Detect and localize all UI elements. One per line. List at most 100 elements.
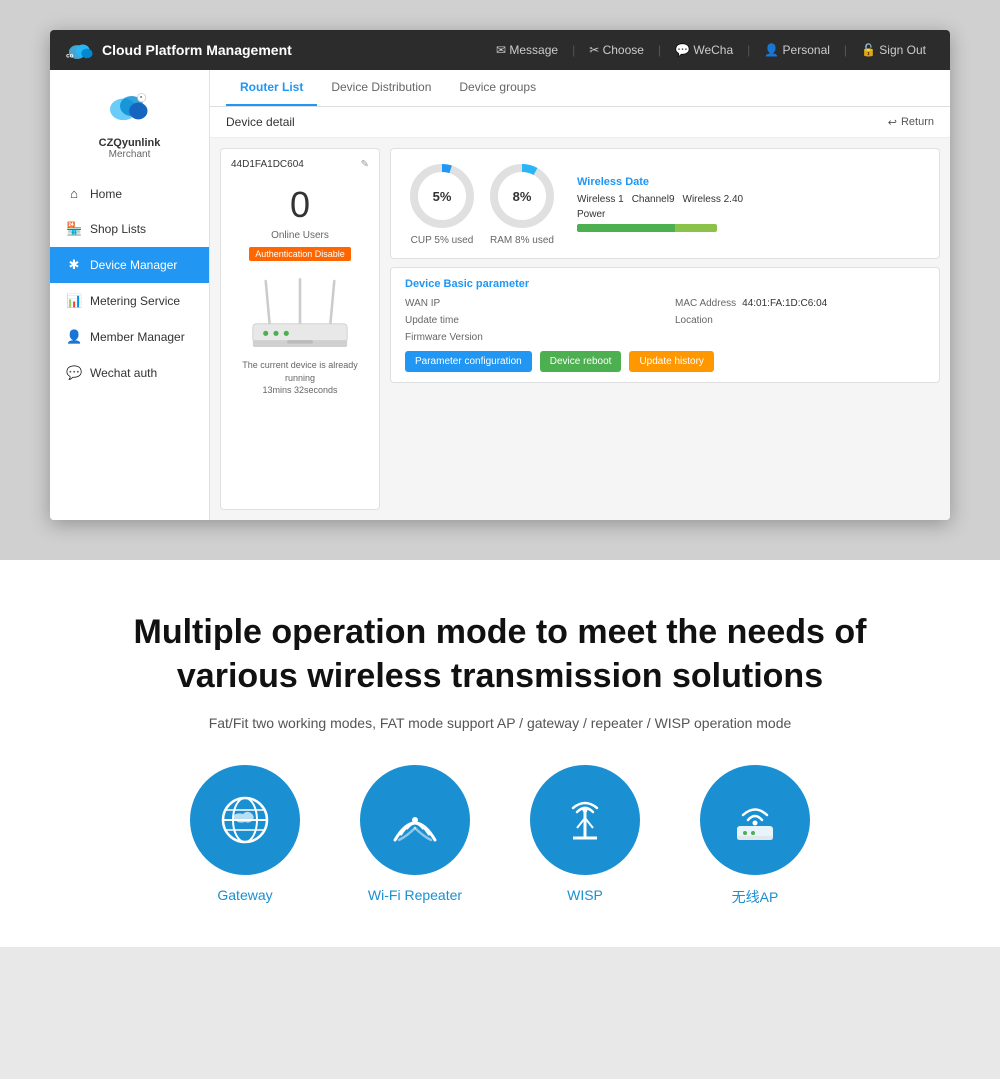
router-uptime: The current device is already running13m…	[231, 359, 369, 397]
shop-icon: 🏪	[66, 221, 82, 237]
member-icon: 👤	[66, 329, 82, 345]
personal-link[interactable]: 👤 Personal	[756, 43, 838, 57]
online-users-count: 0	[290, 184, 310, 226]
home-icon: ⌂	[66, 186, 82, 201]
wireless-power-row: Power	[577, 209, 923, 220]
wireless-channel: Channel9	[632, 194, 675, 205]
wireless-info: Wireless Date Wireless 1 Channel9 Wirele…	[567, 176, 923, 232]
sidebar-role: Merchant	[109, 149, 151, 160]
message-link[interactable]: ✉ Message	[488, 43, 566, 57]
top-nav-bar: co Cloud Platform Management ✉ Message |…	[50, 30, 950, 70]
update-history-button[interactable]: Update history	[629, 351, 713, 372]
headline: Multiple operation mode to meet the need…	[80, 610, 920, 735]
router-card-header: 44D1FA1DC604 ✎	[231, 159, 369, 170]
stats-panel: 5% CUP 5% used 8%	[390, 148, 940, 510]
device-icon: ✱	[66, 257, 82, 273]
headline-title: Multiple operation mode to meet the need…	[80, 610, 920, 698]
sidebar-label-metering: Metering Service	[90, 294, 180, 308]
main-area: ° CZQyunlink Merchant ⌂ Home 🏪 Shop List…	[50, 70, 950, 520]
return-button[interactable]: ↩ Return	[888, 116, 934, 129]
update-time-row: Update time	[405, 315, 655, 326]
edit-icon[interactable]: ✎	[361, 159, 369, 170]
device-reboot-button[interactable]: Device reboot	[540, 351, 622, 372]
metering-icon: 📊	[66, 293, 82, 309]
tab-bar: Router List Device Distribution Device g…	[210, 70, 950, 107]
wechat-icon: 💬	[66, 365, 82, 381]
wireless-title: Wireless Date	[577, 176, 923, 188]
gateway-circle	[190, 765, 300, 875]
router-illustration	[240, 271, 360, 351]
device-header: Device detail ↩ Return	[210, 107, 950, 138]
choose-link[interactable]: ✂ Choose	[581, 43, 652, 57]
sidebar-label-member: Member Manager	[90, 330, 185, 344]
device-params: Device Basic parameter WAN IP MAC Addres…	[390, 267, 940, 383]
cpu-label: CUP 5% used	[411, 235, 474, 246]
wifi-repeater-label: Wi-Fi Repeater	[368, 887, 462, 903]
svg-text:co: co	[66, 53, 73, 59]
sidebar-item-shoplists[interactable]: 🏪 Shop Lists	[50, 211, 209, 247]
sidebar-item-devicemanager[interactable]: ✱ Device Manager	[50, 247, 209, 283]
wireless-ap-circle	[700, 765, 810, 875]
sidebar-label-shoplists: Shop Lists	[90, 222, 146, 236]
sidebar-username: CZQyunlink	[99, 137, 161, 149]
location-key: Location	[675, 315, 713, 326]
wisp-label: WISP	[567, 887, 603, 903]
sidebar-label-wechat: Wechat auth	[90, 366, 157, 380]
tab-device-groups[interactable]: Device groups	[445, 70, 550, 106]
mode-icons-row: Gateway Wi-Fi Repeater	[80, 765, 920, 907]
browser-window: co Cloud Platform Management ✉ Message |…	[50, 30, 950, 520]
wireless-band: Wireless 2.40	[683, 194, 744, 205]
bottom-section: Multiple operation mode to meet the need…	[0, 560, 1000, 947]
wan-ip-row: WAN IP	[405, 298, 655, 309]
device-detail-title: Device detail	[226, 115, 295, 129]
sidebar: ° CZQyunlink Merchant ⌂ Home 🏪 Shop List…	[50, 70, 210, 520]
wifi-repeater-circle	[360, 765, 470, 875]
sidebar-item-home[interactable]: ⌂ Home	[50, 176, 209, 211]
signout-link[interactable]: 🔓 Sign Out	[853, 43, 934, 57]
auth-badge: Authentication Disable	[249, 247, 351, 261]
ram-donut-chart: 8%	[487, 161, 557, 231]
power-label: Power	[577, 209, 605, 220]
action-buttons: Parameter configuration Device reboot Up…	[405, 351, 925, 372]
sidebar-logo: °	[105, 86, 155, 131]
gateway-icon	[215, 790, 275, 850]
online-users-label: Online Users	[271, 230, 329, 241]
tab-device-distribution[interactable]: Device Distribution	[317, 70, 445, 106]
wecha-link[interactable]: 💬 WeCha	[667, 43, 741, 57]
sidebar-item-metering[interactable]: 📊 Metering Service	[50, 283, 209, 319]
cpu-gauge: 5% CUP 5% used	[407, 161, 477, 246]
param-config-button[interactable]: Parameter configuration	[405, 351, 532, 372]
sidebar-menu: ⌂ Home 🏪 Shop Lists ✱ Device Manager 📊 M…	[50, 176, 209, 391]
icon-gateway: Gateway	[190, 765, 300, 907]
wisp-icon	[555, 790, 615, 850]
power-bar	[577, 224, 717, 232]
sidebar-item-member[interactable]: 👤 Member Manager	[50, 319, 209, 355]
headline-subtitle: Fat/Fit two working modes, FAT mode supp…	[80, 712, 920, 734]
return-label: Return	[901, 116, 934, 128]
icon-wireless-ap: 无线AP	[700, 765, 810, 907]
wireless-ap-label: 无线AP	[732, 887, 779, 907]
svg-text:5%: 5%	[433, 189, 452, 204]
return-arrow-icon: ↩	[888, 116, 897, 129]
wan-ip-key: WAN IP	[405, 298, 440, 309]
mac-address-key: MAC Address	[675, 298, 736, 309]
wireless-ap-icon	[725, 790, 785, 850]
gauges-row: 5% CUP 5% used 8%	[390, 148, 940, 259]
wifi-repeater-icon	[385, 790, 445, 850]
brand-title: Cloud Platform Management	[102, 42, 292, 58]
icon-wisp: WISP	[530, 765, 640, 907]
wisp-circle	[530, 765, 640, 875]
ram-label: RAM 8% used	[490, 235, 554, 246]
top-section: co Cloud Platform Management ✉ Message |…	[0, 0, 1000, 560]
router-card: 44D1FA1DC604 ✎ 0 Online Users Authentica…	[220, 148, 380, 510]
device-body: 44D1FA1DC604 ✎ 0 Online Users Authentica…	[210, 138, 950, 520]
location-row: Location	[675, 315, 925, 326]
router-mac-id: 44D1FA1DC604	[231, 159, 304, 170]
wireless1-label: Wireless 1	[577, 194, 624, 205]
mac-address-value: 44:01:FA:1D:C6:04	[742, 298, 827, 309]
tab-router-list[interactable]: Router List	[226, 70, 317, 106]
params-grid: WAN IP MAC Address 44:01:FA:1D:C6:04 Upd…	[405, 298, 925, 343]
sidebar-item-wechat[interactable]: 💬 Wechat auth	[50, 355, 209, 391]
gateway-label: Gateway	[217, 887, 272, 903]
brand: co Cloud Platform Management	[66, 41, 292, 59]
